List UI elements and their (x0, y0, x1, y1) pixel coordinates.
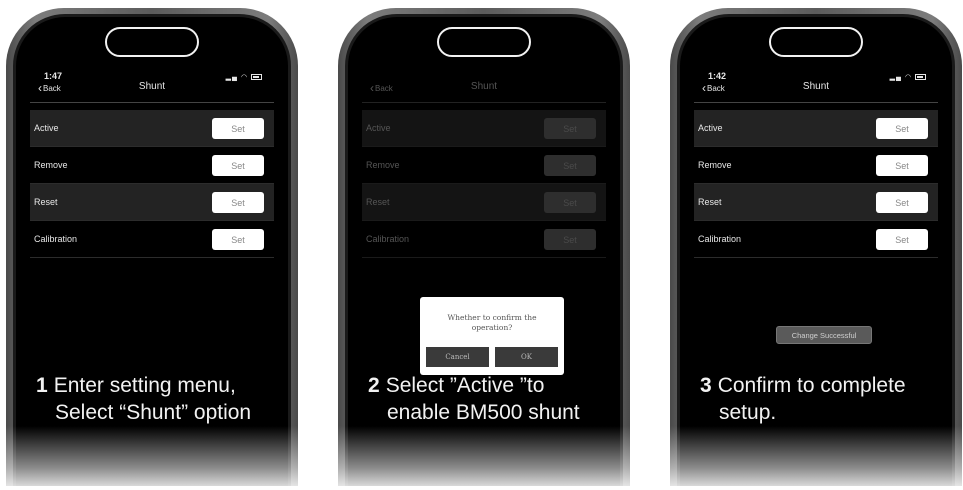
dynamic-island (105, 27, 199, 57)
set-button-remove[interactable]: Set (876, 155, 928, 176)
phone-screen: 1:47 ‹Back Shunt ▂▄ ◠ Active Set Remove … (13, 14, 291, 486)
phone-step-2: ‹Back Shunt Active Set Remove Set Reset … (338, 8, 630, 486)
option-row-reset: Reset Set (30, 184, 274, 221)
caption-line-1: Confirm to complete (717, 374, 906, 397)
option-row-calibration: Calibration Set (30, 221, 274, 258)
wifi-icon: ◠ (240, 74, 249, 81)
option-row-active: Active Set (30, 110, 274, 147)
option-label: Reset (698, 197, 722, 207)
option-row-remove: Remove Set (30, 147, 274, 184)
set-button-calibration[interactable]: Set (212, 229, 264, 250)
option-row-calibration: Calibration Set (362, 221, 606, 258)
option-row-active: Active Set (694, 110, 938, 147)
set-button-remove[interactable]: Set (212, 155, 264, 176)
status-bar: 1:42 ‹Back Shunt ▂▄ ◠ (702, 71, 930, 101)
option-row-calibration: Calibration Set (694, 221, 938, 258)
option-row-remove: Remove Set (694, 147, 938, 184)
nav-divider (362, 102, 606, 103)
option-label: Remove (698, 160, 732, 170)
set-button-active[interactable]: Set (212, 118, 264, 139)
option-label: Reset (366, 197, 390, 207)
option-row-active: Active Set (362, 110, 606, 147)
phone-step-1: 1:47 ‹Back Shunt ▂▄ ◠ Active Set Remove … (6, 8, 298, 486)
set-button-reset[interactable]: Set (876, 192, 928, 213)
step-number: 2 (368, 374, 380, 397)
signal-icon: ▂▄ (225, 74, 238, 81)
signal-icon: ▂▄ (889, 74, 902, 81)
shunt-options-list: Active Set Remove Set Reset Set Calibrat… (30, 110, 274, 258)
caption-line-1: Select ”Active ”to (385, 374, 545, 397)
option-label: Active (698, 123, 723, 133)
option-label: Remove (34, 160, 68, 170)
option-row-remove: Remove Set (362, 147, 606, 184)
option-label: Calibration (698, 234, 742, 244)
set-button-reset[interactable]: Set (544, 192, 596, 213)
caption-line-1: Enter setting menu, (53, 374, 236, 397)
step-caption: 3 Confirm to complete setup. (700, 372, 906, 426)
step-caption: 1 Enter setting menu, Select “Shunt” opti… (36, 372, 251, 426)
status-time: 1:47 (44, 71, 63, 81)
status-time: 1:42 (708, 71, 727, 81)
ok-button[interactable]: OK (495, 347, 558, 367)
step-caption: 2 Select ”Active ”to enable BM500 shunt (368, 372, 580, 426)
caption-line-2: Select “Shunt” option (55, 401, 252, 424)
status-icons: ▂▄ ◠ (890, 73, 926, 81)
phone-screen: 1:42 ‹Back Shunt ▂▄ ◠ Active Set Remove … (677, 14, 955, 486)
dynamic-island (437, 27, 531, 57)
set-button-remove[interactable]: Set (544, 155, 596, 176)
step-number: 3 (700, 374, 712, 397)
option-label: Remove (366, 160, 400, 170)
status-bar: ‹Back Shunt (370, 71, 598, 101)
nav-title: Shunt (470, 81, 498, 92)
dialog-actions: Cancel OK (426, 347, 558, 367)
battery-icon (251, 74, 262, 80)
status-icons: ▂▄ ◠ (226, 73, 262, 81)
cancel-button[interactable]: Cancel (426, 347, 489, 367)
option-label: Active (366, 123, 391, 133)
battery-icon (915, 74, 926, 80)
shunt-options-list: Active Set Remove Set Reset Set Calibrat… (694, 110, 938, 258)
option-row-reset: Reset Set (362, 184, 606, 221)
option-label: Calibration (366, 234, 410, 244)
dialog-message: Whether to confirm the operation? (447, 313, 537, 332)
option-row-reset: Reset Set (694, 184, 938, 221)
nav-divider (694, 102, 938, 103)
set-button-reset[interactable]: Set (212, 192, 264, 213)
caption-line-2: setup. (719, 401, 777, 424)
wifi-icon: ◠ (904, 74, 913, 81)
status-bar: 1:47 ‹Back Shunt ▂▄ ◠ (38, 71, 266, 101)
step-number: 1 (36, 374, 48, 397)
dynamic-island (769, 27, 863, 57)
set-button-active[interactable]: Set (544, 118, 596, 139)
success-toast: Change Successful (776, 326, 872, 344)
shunt-options-list: Active Set Remove Set Reset Set Calibrat… (362, 110, 606, 258)
option-label: Calibration (34, 234, 78, 244)
nav-title: Shunt (802, 81, 830, 92)
caption-line-2: enable BM500 shunt (387, 401, 580, 424)
phone-step-3: 1:42 ‹Back Shunt ▂▄ ◠ Active Set Remove … (670, 8, 962, 486)
nav-divider (30, 102, 274, 103)
option-label: Active (34, 123, 59, 133)
nav-title: Shunt (138, 81, 166, 92)
set-button-active[interactable]: Set (876, 118, 928, 139)
confirm-dialog: Whether to confirm the operation? Cancel… (420, 297, 564, 375)
set-button-calibration[interactable]: Set (876, 229, 928, 250)
phone-screen: ‹Back Shunt Active Set Remove Set Reset … (345, 14, 623, 486)
option-label: Reset (34, 197, 58, 207)
set-button-calibration[interactable]: Set (544, 229, 596, 250)
